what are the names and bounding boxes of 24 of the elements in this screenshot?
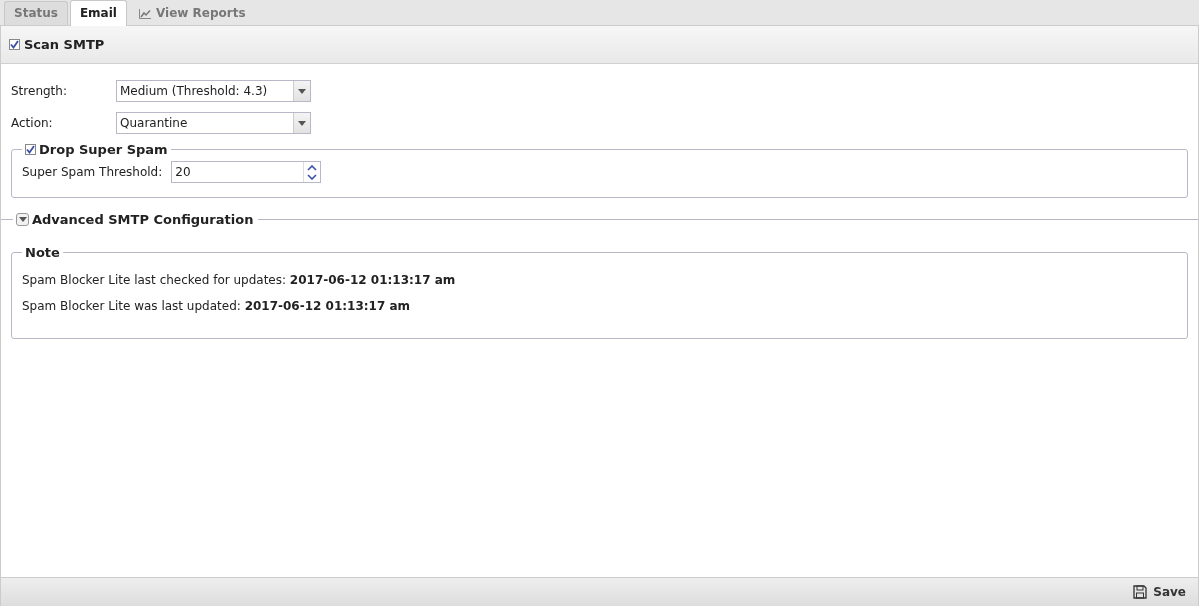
note-text: Spam Blocker Lite last checked for updates: 2017-06-12 01:13:17 am — [22, 272, 457, 289]
caret-icon — [298, 88, 306, 94]
dropdown[interactable]: Quarantine — [116, 112, 311, 134]
checkbox-label: Drop Super Spam — [39, 142, 168, 157]
caret-icon — [18, 217, 27, 222]
checkbox[interactable] — [9, 39, 20, 50]
line-chart-icon — [138, 8, 151, 19]
caret-icon — [298, 120, 306, 126]
spin-up-icon[interactable] — [307, 164, 318, 171]
save-button[interactable]: Save — [1131, 583, 1188, 601]
dropdown[interactable]: Medium (Threshold: 4.3) — [116, 80, 311, 102]
checkbox[interactable] — [25, 144, 36, 155]
number-field[interactable]: 20 — [171, 161, 322, 183]
field-label: Action: — [11, 116, 54, 130]
checkbox-label: Scan SMTP — [24, 37, 105, 52]
tab[interactable]: View Reports — [128, 1, 256, 25]
tab[interactable]: Email — [69, 0, 127, 26]
note-text: Spam Blocker Lite was last updated: 2017-06-12 01:13:17 am — [22, 298, 412, 315]
field-label: Super Spam Threshold: — [22, 165, 163, 179]
section-title: Advanced SMTP Configuration — [32, 212, 254, 227]
expand-toggle[interactable] — [16, 213, 29, 226]
note-title: Note — [25, 245, 60, 260]
field-label: Strength: — [11, 84, 68, 98]
spin-down-icon[interactable] — [307, 173, 318, 180]
